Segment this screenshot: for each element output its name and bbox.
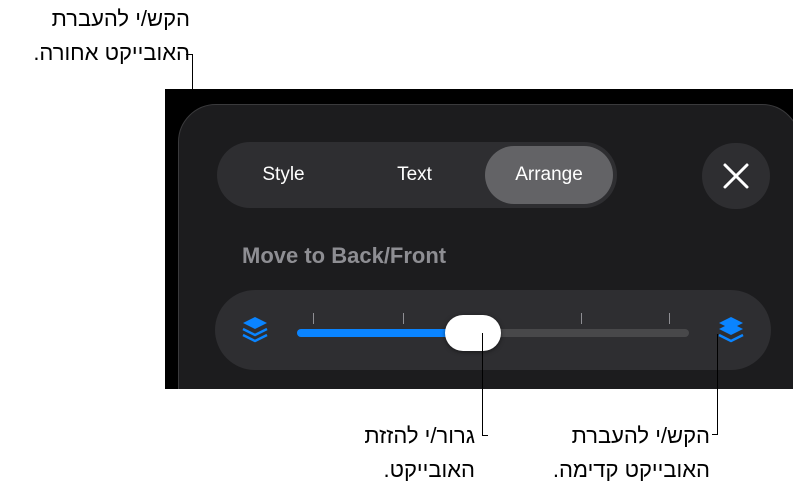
- callout-move-back-line: [186, 54, 193, 55]
- callout-drag-line: [482, 435, 488, 436]
- tab-style[interactable]: Style: [221, 146, 346, 204]
- slider-tick: [669, 313, 670, 324]
- format-tab-bar: Style Text Arrange: [217, 142, 617, 208]
- callout-drag-line: [482, 333, 483, 435]
- callout-move-front-line2: האובייקט קדימה.: [552, 457, 710, 482]
- layers-front-icon[interactable]: [715, 314, 747, 348]
- tab-arrange[interactable]: Arrange: [485, 146, 613, 204]
- layers-back-icon[interactable]: [239, 314, 271, 348]
- callout-drag-line1: גרור/י להזזת: [364, 423, 475, 448]
- callout-drag: גרור/י להזזת האובייקט.: [364, 419, 475, 487]
- callout-move-front-line: [717, 334, 718, 434]
- callout-drag-line2: האובייקט.: [383, 457, 475, 482]
- close-button[interactable]: [702, 143, 770, 209]
- callout-move-front-line1: הקש/י להעברת: [571, 423, 710, 448]
- tab-text[interactable]: Text: [352, 146, 477, 204]
- callout-move-back-line2: האובייקט אחורה.: [33, 40, 190, 65]
- callout-move-front-line: [712, 434, 718, 435]
- slider-thumb[interactable]: [445, 315, 501, 351]
- ui-screenshot: Style Text Arrange Move to Back/Front: [165, 89, 793, 389]
- format-sheet: Style Text Arrange Move to Back/Front: [178, 104, 793, 389]
- callout-move-back: הקש/י להעברת האובייקט אחורה.: [33, 2, 190, 70]
- callout-move-back-line1: הקש/י להעברת: [51, 6, 190, 31]
- close-icon: [723, 163, 749, 189]
- slider-tick: [403, 313, 404, 324]
- arrange-slider-row: [215, 290, 771, 370]
- slider-tick: [313, 313, 314, 324]
- callout-move-front: הקש/י להעברת האובייקט קדימה.: [553, 419, 710, 487]
- slider-tick: [581, 313, 582, 324]
- section-title: Move to Back/Front: [242, 243, 447, 268]
